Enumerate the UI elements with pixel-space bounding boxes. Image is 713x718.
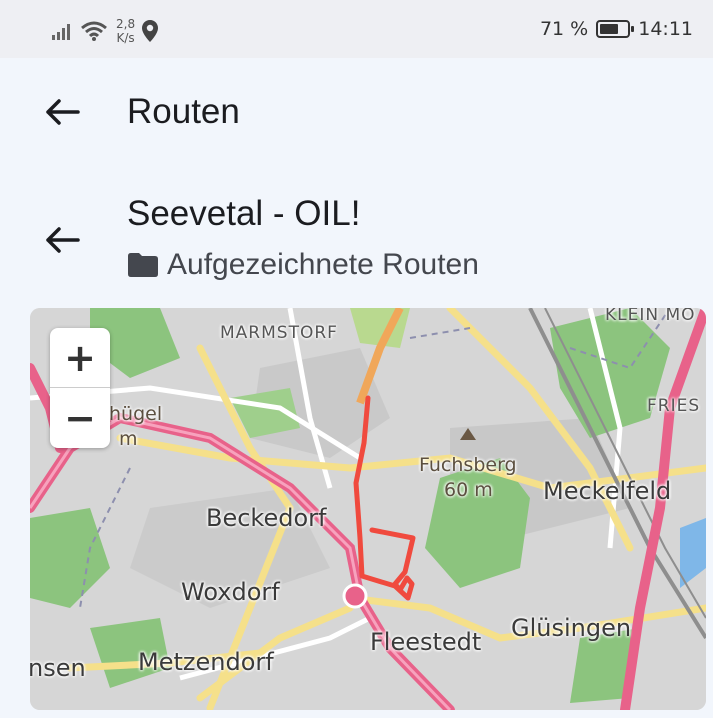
map-canvas[interactable] bbox=[30, 308, 706, 710]
back-button[interactable] bbox=[37, 87, 87, 137]
map-label-meckelfeld: Meckelfeld bbox=[543, 477, 672, 505]
map-label-huegel: hügel bbox=[109, 403, 163, 425]
route-folder[interactable]: Aufgezeichnete Routen bbox=[127, 248, 479, 282]
route-header: Seevetal - OIL! Aufgezeichnete Routen bbox=[0, 190, 713, 300]
battery-percent: 71 % bbox=[539, 18, 589, 40]
map-label-fuchsberg-height: 60 m bbox=[444, 479, 493, 501]
battery-icon bbox=[596, 20, 635, 38]
network-speed: 2,8 K/s bbox=[116, 17, 135, 45]
map-label-metzendorf: Metzendorf bbox=[138, 648, 274, 676]
map-label-huegel-height: m bbox=[119, 428, 138, 450]
network-speed-unit: K/s bbox=[116, 31, 135, 45]
status-bar: 2,8 K/s 71 % 14:11 bbox=[0, 0, 713, 58]
clock: 14:11 bbox=[638, 18, 693, 40]
network-speed-value: 2,8 bbox=[116, 17, 136, 31]
map-label-nsen: nsen bbox=[30, 654, 86, 682]
wifi-icon bbox=[81, 21, 107, 41]
route-back-button[interactable] bbox=[37, 215, 87, 265]
folder-name: Aufgezeichnete Routen bbox=[167, 248, 479, 281]
map-label-gluesingen: Glüsingen bbox=[511, 614, 632, 642]
status-right: 71 % 14:11 bbox=[540, 18, 693, 40]
signal-icon bbox=[52, 24, 70, 40]
zoom-out-button[interactable]: − bbox=[50, 388, 110, 447]
map-label-woxdorf: Woxdorf bbox=[181, 578, 280, 606]
map-label-fries: FRIES bbox=[647, 396, 701, 416]
page-title: Routen bbox=[127, 92, 240, 131]
app-bar: Routen bbox=[0, 58, 713, 168]
arrow-left-icon bbox=[46, 227, 80, 253]
zoom-control: + − bbox=[50, 328, 110, 448]
folder-icon bbox=[128, 253, 158, 277]
zoom-in-button[interactable]: + bbox=[50, 328, 110, 387]
map-label-fleestedt: Fleestedt bbox=[370, 628, 482, 656]
route-title: Seevetal - OIL! bbox=[127, 194, 361, 233]
status-left: 2,8 K/s bbox=[52, 14, 159, 48]
location-icon bbox=[142, 20, 159, 42]
map-label-beckedorf: Beckedorf bbox=[206, 504, 327, 532]
map-label-klein-mo: KLEIN MO bbox=[605, 308, 696, 325]
battery-fill bbox=[600, 24, 619, 34]
map-label-marmstorf: MARMSTORF bbox=[220, 323, 338, 343]
arrow-left-icon bbox=[46, 99, 80, 125]
route-map[interactable]: MARMSTORF KLEIN MO FRIES hügel m Fuchsbe… bbox=[30, 308, 706, 710]
interchange bbox=[342, 583, 368, 609]
map-label-fuchsberg: Fuchsberg bbox=[419, 454, 517, 476]
